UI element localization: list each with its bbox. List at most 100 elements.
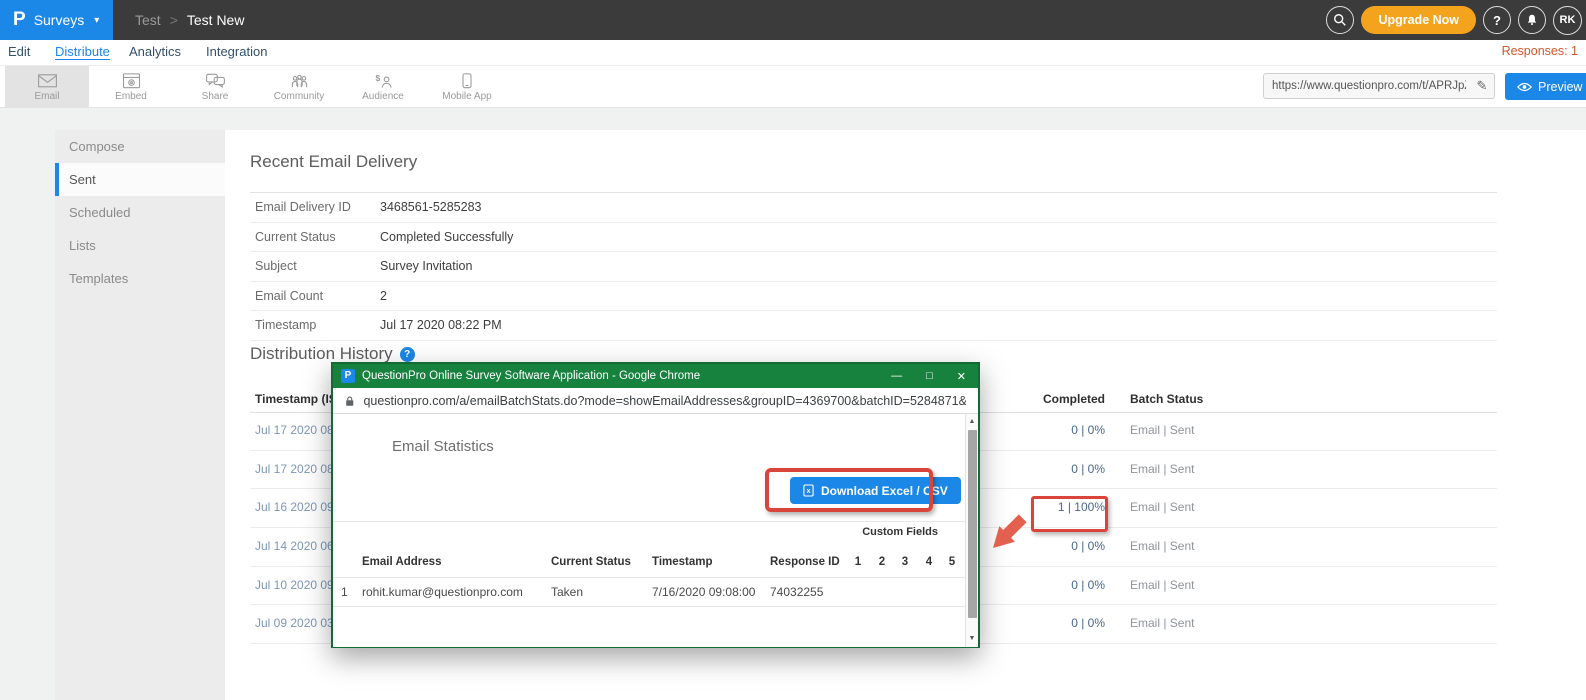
- toolbar-item-mobile-app[interactable]: Mobile App: [425, 66, 509, 108]
- kv-row-email-delivery-id: Email Delivery ID 3468561-5285283: [250, 193, 1497, 223]
- timestamp-cell: 7/16/2020 09:08:00: [652, 578, 755, 606]
- response-id-cell: 74032255: [770, 578, 823, 606]
- preview-label: Preview: [1538, 80, 1582, 94]
- search-button[interactable]: [1326, 6, 1354, 34]
- column-header-response-id: Response ID: [770, 547, 840, 577]
- community-icon: [289, 73, 310, 89]
- batch-status: Email | Sent: [1130, 489, 1194, 527]
- column-header-completed: Completed: [1005, 386, 1105, 412]
- completed-link[interactable]: 0 | 0%: [1005, 528, 1105, 566]
- column-header-custom-5: 5: [946, 547, 958, 577]
- questionpro-logo-icon: P: [13, 9, 26, 31]
- column-header-email-address: Email Address: [362, 547, 441, 577]
- surveys-menu-button[interactable]: P Surveys ▾: [0, 0, 113, 40]
- help-button[interactable]: ?: [1483, 6, 1511, 34]
- scroll-up-icon[interactable]: ▲: [966, 415, 978, 429]
- kv-label: Email Delivery ID: [255, 193, 351, 222]
- popup-scrollbar[interactable]: ▲ ▼: [965, 414, 978, 647]
- surveys-menu-label: Surveys: [34, 12, 85, 28]
- popup-url-text[interactable]: questionpro.com/a/emailBatchStats.do?mod…: [363, 394, 966, 408]
- toolbar-item-email[interactable]: Email: [5, 66, 89, 108]
- completed-link[interactable]: 0 | 0%: [1005, 605, 1105, 643]
- kv-label: Email Count: [255, 282, 323, 311]
- breadcrumb-parent[interactable]: Test: [135, 12, 161, 28]
- current-status-cell: Taken: [551, 578, 583, 606]
- audience-icon: $: [373, 73, 394, 89]
- completed-link-highlighted[interactable]: 1 | 100%: [1005, 489, 1105, 527]
- app-screen: P Surveys ▾ Test > Test New Upgrade Now …: [0, 0, 1586, 700]
- toolbar-item-audience[interactable]: $ Audience: [341, 66, 425, 108]
- popup-table-header-row: Email Address Current Status Timestamp R…: [333, 547, 967, 578]
- upgrade-now-label: Upgrade Now: [1378, 13, 1459, 27]
- toolbar-item-label: Mobile App: [442, 91, 491, 102]
- kv-value: 3468561-5285283: [380, 193, 482, 222]
- kv-row-current-status: Current Status Completed Successfully: [250, 223, 1497, 253]
- survey-url-box: ✎: [1263, 73, 1495, 99]
- download-excel-csv-button[interactable]: x Download Excel / CSV: [790, 477, 961, 504]
- distribution-history-help-icon[interactable]: ?: [400, 347, 415, 362]
- toolbar-item-label: Share: [202, 91, 229, 102]
- tab-edit[interactable]: Edit: [8, 40, 30, 65]
- column-header-timestamp: Timestamp: [652, 547, 713, 577]
- popup-window-controls: — □ ✕: [891, 370, 966, 383]
- edit-url-pencil-icon[interactable]: ✎: [1470, 78, 1494, 94]
- email-statistics-popup-window: P QuestionPro Online Survey Software App…: [331, 362, 980, 648]
- completed-link[interactable]: 0 | 0%: [1005, 412, 1105, 450]
- recent-delivery-table: Email Delivery ID 3468561-5285283 Curren…: [250, 192, 1497, 341]
- batch-status: Email | Sent: [1130, 451, 1194, 489]
- notifications-button[interactable]: [1518, 6, 1546, 34]
- sidebar-item-templates[interactable]: Templates: [55, 262, 225, 295]
- toolbar-item-share[interactable]: Share: [173, 66, 257, 108]
- kv-row-subject: Subject Survey Invitation: [250, 252, 1497, 282]
- sidebar-item-scheduled[interactable]: Scheduled: [55, 196, 225, 229]
- batch-status: Email | Sent: [1130, 412, 1194, 450]
- preview-button[interactable]: Preview: [1505, 73, 1586, 100]
- custom-fields-label: Custom Fields: [838, 526, 938, 538]
- popup-title-bar[interactable]: P QuestionPro Online Survey Software App…: [333, 364, 978, 388]
- kv-row-timestamp: Timestamp Jul 17 2020 08:22 PM: [250, 311, 1497, 341]
- distribution-history-title-text: Distribution History: [250, 344, 393, 363]
- search-icon: [1333, 13, 1347, 27]
- svg-text:$: $: [375, 73, 380, 83]
- user-avatar[interactable]: RK: [1553, 6, 1582, 35]
- upgrade-now-button[interactable]: Upgrade Now: [1361, 6, 1476, 34]
- email-sidebar: Compose Sent Scheduled Lists Templates: [55, 130, 225, 700]
- breadcrumb-separator-icon: >: [170, 12, 178, 28]
- scroll-down-icon[interactable]: ▼: [966, 632, 978, 646]
- excel-file-icon: x: [803, 484, 814, 497]
- scrollbar-thumb[interactable]: [968, 430, 977, 618]
- sidebar-item-compose[interactable]: Compose: [55, 130, 225, 163]
- completed-link[interactable]: 0 | 0%: [1005, 451, 1105, 489]
- close-icon[interactable]: ✕: [957, 370, 966, 383]
- email-icon: [37, 73, 58, 89]
- toolbar-item-community[interactable]: Community: [257, 66, 341, 108]
- sidebar-item-sent[interactable]: Sent: [55, 163, 225, 196]
- completed-link[interactable]: 0 | 0%: [1005, 567, 1105, 605]
- tab-analytics[interactable]: Analytics: [129, 40, 181, 65]
- embed-icon: [122, 73, 141, 89]
- kv-value: Completed Successfully: [380, 223, 513, 252]
- column-header-custom-4: 4: [923, 547, 935, 577]
- distribute-toolbar: Email Embed Share Community $ Audience M…: [0, 65, 1586, 108]
- sidebar-item-lists[interactable]: Lists: [55, 229, 225, 262]
- kv-row-email-count: Email Count 2: [250, 282, 1497, 312]
- mobile-app-icon: [461, 73, 473, 89]
- top-actions: Upgrade Now ? RK: [1326, 6, 1582, 34]
- distribution-history-title: Distribution History?: [250, 344, 415, 364]
- toolbar-item-label: Email: [34, 91, 59, 102]
- survey-url-input[interactable]: [1264, 80, 1470, 92]
- toolbar-item-embed[interactable]: Embed: [89, 66, 173, 108]
- column-header-batch-status: Batch Status: [1130, 386, 1203, 412]
- toolbar-item-label: Community: [274, 91, 325, 102]
- minimize-icon[interactable]: —: [891, 370, 902, 383]
- kv-label: Timestamp: [255, 311, 316, 340]
- maximize-icon[interactable]: □: [926, 370, 933, 383]
- tab-distribute[interactable]: Distribute: [55, 40, 110, 65]
- lock-icon: [345, 395, 354, 407]
- kv-value: Jul 17 2020 08:22 PM: [380, 311, 502, 340]
- responses-count-link[interactable]: Responses: 1: [1502, 40, 1578, 65]
- bell-icon: [1525, 13, 1539, 27]
- tab-integration[interactable]: Integration: [206, 40, 267, 65]
- kv-value: Survey Invitation: [380, 252, 472, 281]
- divider: [333, 521, 967, 522]
